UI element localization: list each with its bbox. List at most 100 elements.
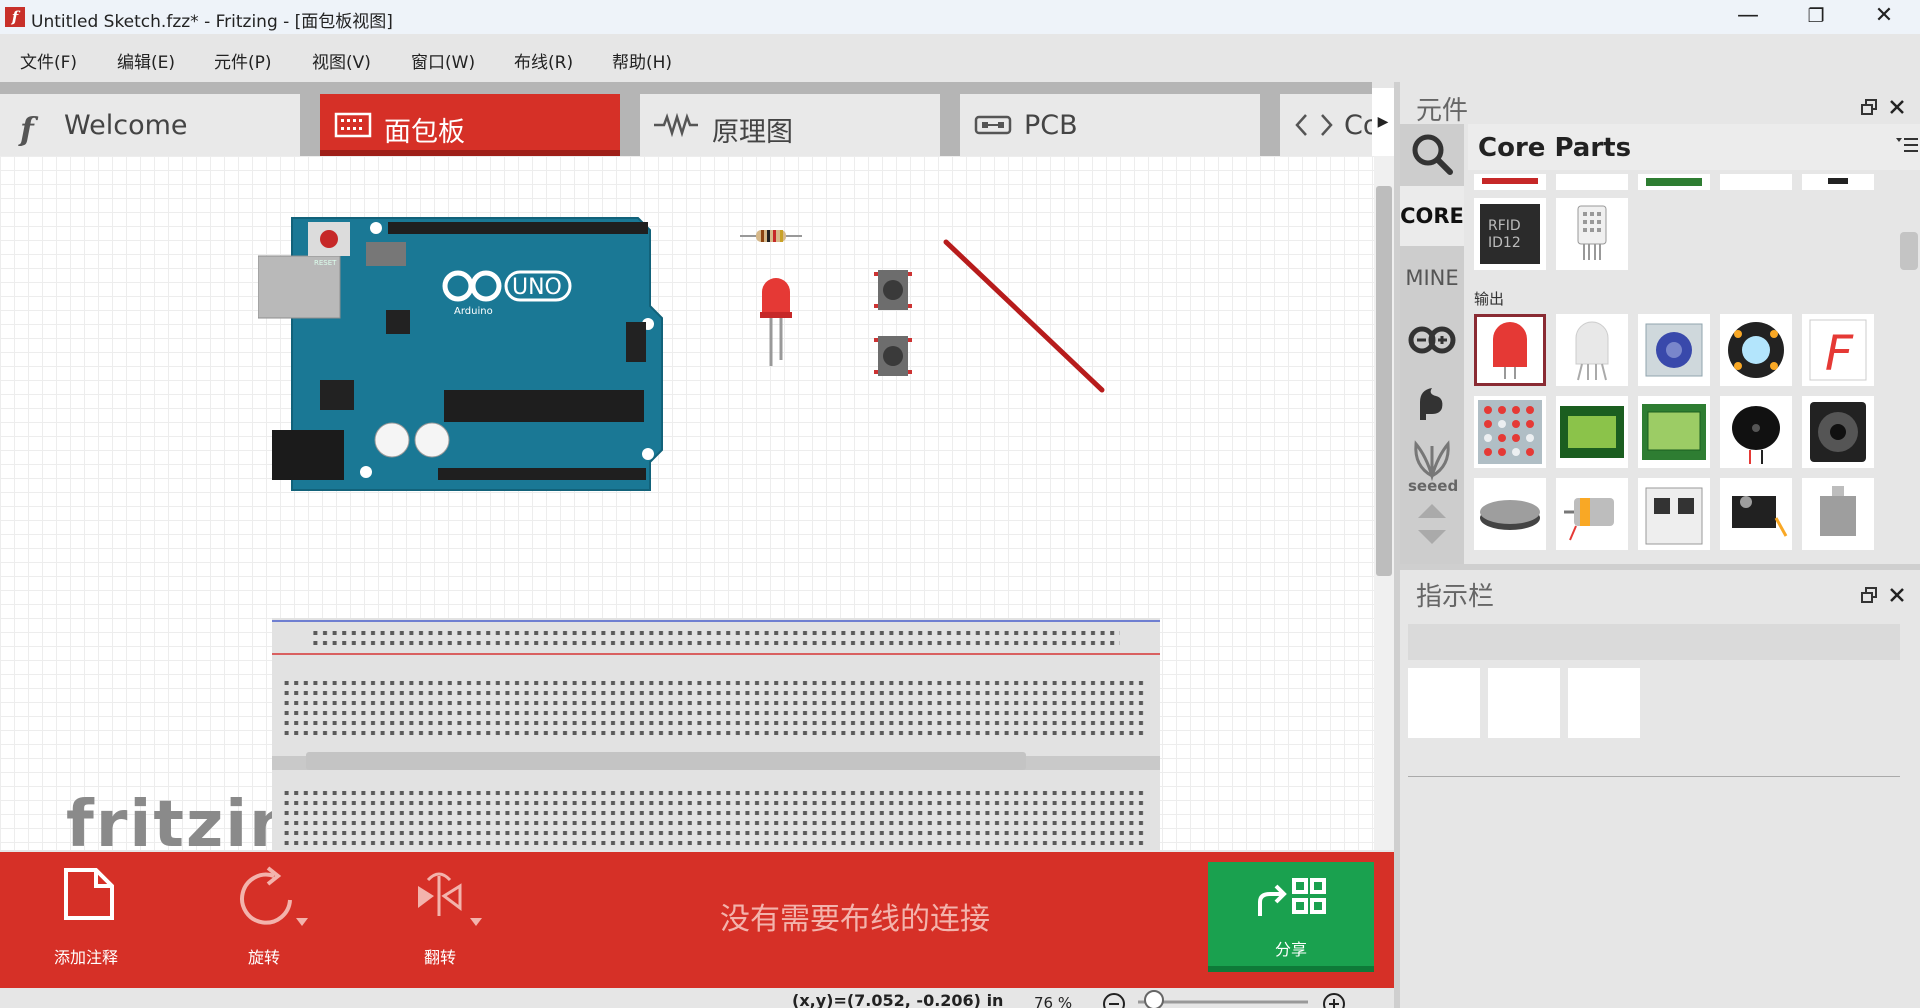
speaker-icon [1810,402,1866,462]
tab-label: PCB [1024,110,1078,141]
part-tile[interactable] [1802,174,1874,190]
part-tile[interactable] [1638,174,1710,190]
bin-scroll-button[interactable] [1400,500,1464,552]
minimize-button[interactable]: — [1714,0,1782,34]
close-panel-icon[interactable] [1888,586,1906,604]
tab-scroll-right-button[interactable]: ▶ [1372,88,1394,156]
menu-routing[interactable]: 布线(R) [514,48,573,73]
tab-pcb[interactable]: PCB [960,94,1260,156]
scroll-arrows-icon [1418,504,1446,544]
scroll-thumb[interactable] [1900,232,1918,270]
part-motor-driver[interactable] [1638,478,1710,550]
canvas-horizontal-scrollbar[interactable] [306,752,1026,770]
close-button[interactable]: ✕ [1850,0,1918,34]
red-led-part[interactable] [758,276,794,368]
add-note-label: 添加注释 [53,948,118,967]
part-tile[interactable] [1720,174,1792,190]
rotate-button[interactable]: 旋转 [204,852,324,984]
title-bar: f Untitled Sketch.fzz* - Fritzing - [面包板… [0,0,1920,34]
pushbutton-part[interactable] [874,266,912,314]
category-output-label: 输出 [1474,290,1505,308]
lcd-module-icon [1642,404,1706,460]
core-bin-button[interactable]: CORE [1400,186,1464,246]
tab-code[interactable]: Co [1280,94,1372,156]
inspector-schematic-view-image [1488,668,1560,738]
part-dc-motor[interactable] [1556,478,1628,550]
wire-part[interactable] [940,236,1110,396]
status-bar: (x,y)=(7.052, -0.206) in 76 % [0,984,1394,1008]
search-bin-button[interactable] [1400,124,1464,184]
search-icon [1412,134,1453,175]
maximize-button[interactable]: ❐ [1782,0,1850,34]
panel-horizontal-splitter[interactable] [1400,564,1920,570]
menu-file[interactable]: 文件(F) [20,48,77,73]
pushbutton-part[interactable] [874,332,912,380]
motor-driver-icon [1645,487,1703,545]
part-tile[interactable] [1474,174,1546,190]
breadboard-part[interactable] [272,618,1160,850]
menu-help[interactable]: 帮助(H) [612,48,672,73]
reset-label: RESET [314,259,337,267]
part-stepper-motor[interactable] [1802,478,1874,550]
arduino-bin-button[interactable] [1400,310,1464,370]
canvas-vertical-scrollbar[interactable] [1374,156,1394,850]
scroll-thumb[interactable] [1376,186,1392,576]
share-label: 分享 [1274,940,1307,959]
float-panel-icon[interactable] [1860,586,1878,604]
rfid-model-label: ID12 [1488,235,1521,251]
part-buzzer[interactable] [1720,396,1792,468]
uno-label: UNO [512,275,562,300]
window-title: Untitled Sketch.fzz* - Fritzing - [面包板视图… [31,12,393,32]
sparkfun-bin-button[interactable] [1400,372,1464,432]
part-vibration-motor[interactable] [1474,478,1546,550]
add-note-button[interactable]: 添加注释 [26,852,146,984]
mine-bin-button[interactable]: MINE [1400,248,1464,308]
red-led-icon [1493,322,1527,379]
zoom-slider[interactable] [1098,990,1348,1008]
float-panel-icon[interactable] [1860,98,1878,116]
power-led-icon [1728,322,1784,378]
tab-welcome[interactable]: f Welcome [0,94,300,156]
part-rgb-led[interactable] [1556,314,1628,386]
menu-view[interactable]: 视图(V) [312,48,371,73]
share-icon [1258,878,1326,916]
breadboard-canvas[interactable]: fritzin RESET UNO Arduino [0,156,1374,850]
flip-button[interactable]: 翻转 [380,852,500,984]
tab-label: 原理图 [712,117,793,148]
part-speaker[interactable] [1802,396,1874,468]
part-lcd-display[interactable] [1556,396,1628,468]
menu-window[interactable]: 窗口(W) [411,48,475,73]
parts-grid: RFID ID12 输出 F [1468,174,1894,564]
fritzing-app-icon: f [5,7,25,27]
part-blue-light[interactable] [1638,314,1710,386]
view-tabs: f Welcome 面包板 原理图 PCB Co [0,82,1372,156]
part-temperature-sensor[interactable] [1556,198,1628,270]
part-rfid-reader[interactable]: RFID ID12 [1474,198,1546,270]
note-icon [64,868,114,920]
bin-menu-icon[interactable] [1896,136,1918,154]
seeed-bin-button[interactable]: seeed [1400,434,1464,495]
menu-part[interactable]: 元件(P) [214,48,272,73]
tab-schematic[interactable]: 原理图 [640,94,940,156]
resistor-part[interactable] [740,226,802,246]
part-seven-segment[interactable]: F [1802,314,1874,386]
resistor-symbol-icon [654,112,698,138]
seven-segment-icon: F [1809,319,1867,382]
arduino-uno-board[interactable]: RESET UNO Arduino [258,210,666,498]
part-power-led[interactable] [1720,314,1792,386]
menu-edit[interactable]: 编辑(E) [117,48,175,73]
part-red-led[interactable] [1474,314,1546,386]
part-lcd-module[interactable] [1638,396,1710,468]
part-led-matrix[interactable] [1474,396,1546,468]
stepper-motor-icon [1820,486,1856,536]
part-servo[interactable] [1720,478,1792,550]
close-panel-icon[interactable] [1888,98,1906,116]
rgb-led-icon [1575,321,1609,381]
share-button[interactable]: 分享 [1208,862,1374,972]
parts-scrollbar[interactable] [1894,174,1920,564]
part-tile[interactable] [1556,174,1628,190]
fritzing-logo-icon: f [18,110,39,146]
tab-breadboard[interactable]: 面包板 [320,94,620,156]
inspector-title-field [1408,624,1900,660]
tab-label: Welcome [64,110,188,141]
